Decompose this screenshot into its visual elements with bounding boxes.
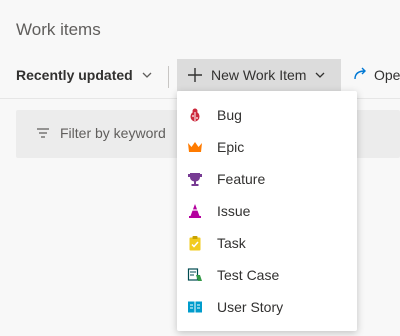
menu-item-label: User Story [217,299,284,315]
menu-item-label: Issue [217,203,251,219]
book-icon [187,299,203,315]
cone-icon [187,203,203,219]
new-work-item-button[interactable]: New Work Item [177,59,341,91]
menu-item-label: Epic [217,139,245,155]
clipboard-icon [187,235,203,251]
page-title: Work items [16,20,101,39]
menu-item-label: Test Case [217,267,280,283]
open-button[interactable]: Ope [352,67,400,83]
open-arrow-icon [354,67,366,80]
bug-icon [187,107,203,123]
menu-item-user-story[interactable]: User Story [177,291,357,323]
menu-item-bug[interactable]: Bug [177,99,357,131]
toolbar: Recently updated New Work Item Ope [0,58,400,92]
menu-item-feature[interactable]: Feature [177,163,357,195]
menu-item-label: Feature [217,171,266,187]
menu-item-test-case[interactable]: Test Case [177,259,357,291]
trophy-icon [187,171,203,187]
open-button-label: Ope [374,67,400,83]
menu-item-epic[interactable]: Epic [177,131,357,163]
menu-item-label: Task [217,235,246,251]
crown-icon [187,139,203,155]
flask-icon [187,267,203,283]
plus-icon [188,68,202,82]
new-work-item-label: New Work Item [211,67,307,83]
view-selector[interactable]: Recently updated [16,67,153,83]
chevron-down-icon [142,72,152,78]
filter-icon [37,128,49,138]
filter-input[interactable]: Filter by keyword [60,125,166,141]
new-work-item-menu: Bug Epic Feature Issue Task Test Case Us… [177,91,357,331]
chevron-down-icon [315,72,325,78]
menu-item-label: Bug [217,107,242,123]
menu-item-issue[interactable]: Issue [177,195,357,227]
view-selector-label: Recently updated [16,67,133,83]
menu-item-task[interactable]: Task [177,227,357,259]
toolbar-separator [168,66,169,88]
